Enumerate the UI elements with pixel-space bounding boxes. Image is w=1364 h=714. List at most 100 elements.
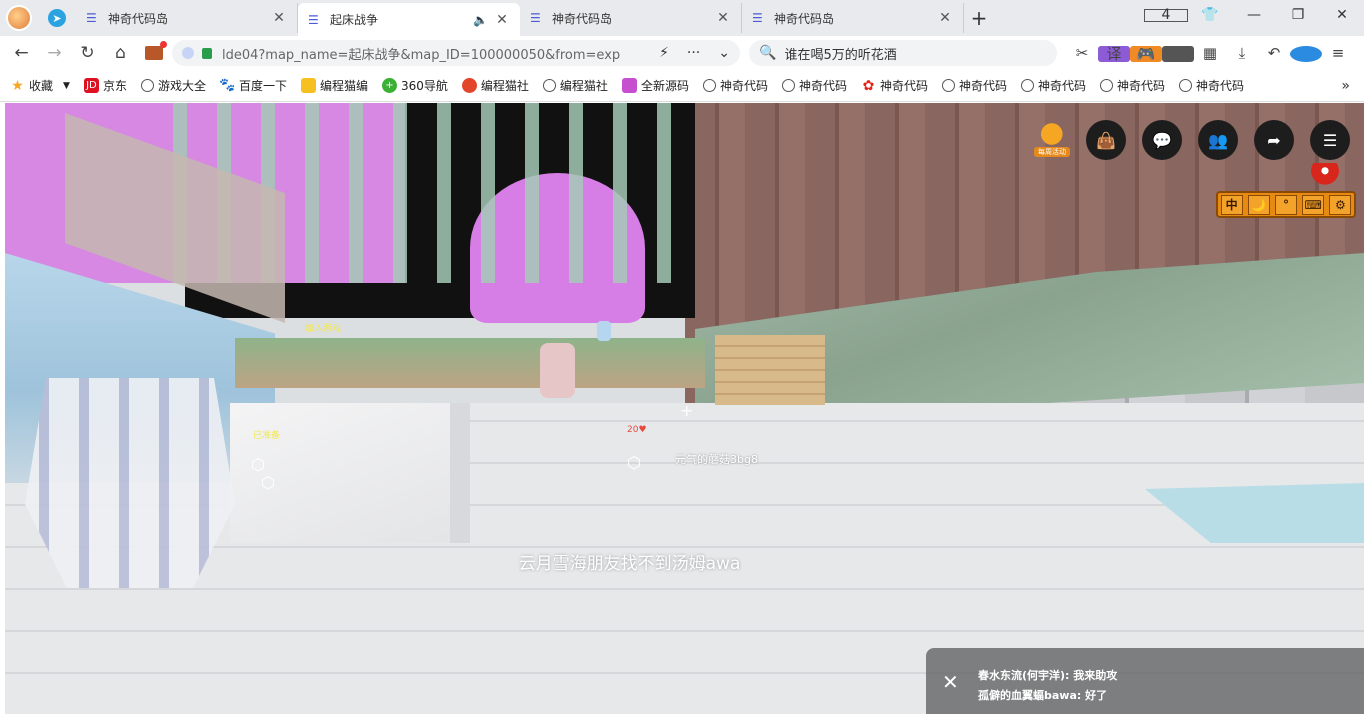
- tab-title: 神奇代码岛: [774, 11, 835, 26]
- tab-3[interactable]: ☰ 神奇代码岛 ✕: [520, 3, 742, 33]
- briefcase-icon[interactable]: [145, 41, 167, 60]
- bookmark-label: 神奇代码: [959, 79, 1008, 93]
- bookmark-item[interactable]: 编程猫社: [461, 77, 529, 94]
- globe-icon: [1021, 79, 1035, 92]
- bookmark-item[interactable]: JD 京东: [83, 77, 127, 94]
- bookmark-item[interactable]: 神奇代码: [942, 77, 1007, 94]
- address-bar[interactable]: lde04?map_name=起床战争&map_ID=100000050&fro…: [172, 40, 740, 66]
- bookmark-label: 神奇代码: [1117, 79, 1166, 93]
- browser-logo-icon[interactable]: [1290, 44, 1322, 62]
- bookmark-item[interactable]: 编程猫编: [300, 77, 368, 94]
- bookmark-favorites[interactable]: ★ 收藏 ▼: [10, 77, 70, 94]
- friends-button[interactable]: 👥: [1198, 120, 1238, 160]
- scene-wood-steps: [715, 335, 825, 405]
- mushroom-icon[interactable]: [1311, 163, 1339, 189]
- bookmark-label: 百度一下: [238, 79, 287, 93]
- close-icon[interactable]: ✕: [942, 670, 959, 694]
- bookmark-label: 编程猫社: [559, 79, 608, 93]
- navigation-bar: ← → ↻ ⌂ lde04?map_name=起床战争&map_ID=10000…: [0, 36, 1364, 70]
- codeisland-icon: ☰: [308, 12, 319, 27]
- scissors-icon[interactable]: ✂: [1066, 44, 1098, 62]
- search-input[interactable]: 谁在喝5万的听花酒: [784, 44, 896, 63]
- source-icon: [621, 78, 637, 93]
- telegram-pinned-tab[interactable]: ➤: [38, 0, 76, 36]
- shirt-icon[interactable]: 👕: [1188, 7, 1232, 23]
- language-button[interactable]: 中: [1220, 194, 1243, 215]
- tab-count-button[interactable]: 4: [1144, 7, 1188, 23]
- bookmark-item[interactable]: 游戏大全: [140, 77, 206, 94]
- bookmark-item[interactable]: 编程猫社: [542, 77, 608, 94]
- undo-icon[interactable]: ↶: [1258, 44, 1290, 62]
- codemao-community-icon: [461, 78, 477, 93]
- forward-button[interactable]: →: [38, 43, 71, 63]
- globe-icon: [702, 79, 716, 92]
- menu-icon[interactable]: ≡: [1322, 44, 1354, 62]
- moon-button[interactable]: 🌙: [1247, 194, 1270, 215]
- reload-button[interactable]: ↻: [71, 43, 104, 63]
- keyboard-button[interactable]: ⌨: [1302, 194, 1325, 215]
- bookmarks-overflow-button[interactable]: »: [1341, 78, 1350, 94]
- settings-button[interactable]: ⚙: [1329, 194, 1352, 215]
- globe-icon: [942, 79, 955, 92]
- more-icon[interactable]: ···: [687, 45, 700, 61]
- bookmark-item[interactable]: 神奇代码: [1100, 77, 1165, 94]
- url-text[interactable]: lde04?map_name=起床战争&map_ID=100000050&fro…: [222, 44, 647, 63]
- chat-button[interactable]: 💬: [1142, 120, 1182, 160]
- chat-panel: ✕ 春水东流(何宇洋): 我来助攻 孤僻的血翼蝠bawa: 好了: [926, 648, 1364, 714]
- codeisland-icon: ☰: [86, 11, 97, 25]
- weekly-event-button[interactable]: 每周活动: [1032, 121, 1072, 159]
- close-window-button[interactable]: ✕: [1320, 7, 1364, 23]
- bookmark-item[interactable]: 全新源码: [621, 77, 689, 94]
- back-button[interactable]: ←: [5, 43, 38, 63]
- bookmark-label: 神奇代码: [719, 79, 768, 93]
- bookmark-label: 神奇代码: [1038, 79, 1087, 93]
- shop-bag-button[interactable]: 👜: [1086, 120, 1126, 160]
- speaker-icon[interactable]: 🔈: [473, 13, 488, 27]
- new-tab-button[interactable]: +: [964, 3, 994, 33]
- bookmark-item[interactable]: +360导航: [382, 77, 448, 94]
- bookmark-label: 编程猫编: [319, 79, 368, 93]
- game-toolbar: 中 🌙 ° ⌨ ⚙: [1216, 191, 1356, 218]
- share-button[interactable]: ➦: [1254, 120, 1294, 160]
- close-icon[interactable]: ✕: [494, 12, 510, 28]
- translate-icon[interactable]: 译: [1098, 44, 1130, 62]
- bookmark-item[interactable]: 神奇代码: [781, 77, 847, 94]
- minimize-button[interactable]: —: [1232, 7, 1276, 23]
- bookmark-item[interactable]: 神奇代码: [1021, 77, 1086, 94]
- home-button[interactable]: ⌂: [104, 43, 137, 63]
- wallet-icon[interactable]: [1162, 44, 1194, 62]
- profile-avatar[interactable]: [0, 0, 38, 36]
- hexagon-icon: ⬡: [261, 473, 275, 492]
- bookmarks-bar: ★ 收藏 ▼ JD 京东 游戏大全 🐾 百度一下 编程猫编 +360导航 编程猫社 编程…: [0, 70, 1364, 102]
- gamepad-icon[interactable]: 🎮: [1130, 44, 1162, 62]
- download-icon[interactable]: ⤓: [1226, 44, 1258, 62]
- lightning-icon[interactable]: ⚡: [659, 45, 669, 61]
- bookmark-item[interactable]: 神奇代码: [702, 77, 768, 94]
- bookmark-item[interactable]: 神奇代码: [1179, 77, 1244, 94]
- dot-button[interactable]: °: [1274, 194, 1297, 215]
- restore-button[interactable]: ❐: [1276, 7, 1320, 23]
- bookmark-item[interactable]: ✿ 神奇代码: [861, 77, 928, 94]
- globe-icon: [1100, 79, 1114, 92]
- search-box[interactable]: 🔍 谁在喝5万的听花酒: [749, 40, 1057, 66]
- close-icon[interactable]: ✕: [271, 10, 287, 26]
- bookmark-label: 编程猫社: [480, 79, 529, 93]
- tab-1[interactable]: ☰ 神奇代码岛 ✕: [76, 3, 298, 33]
- baidu-icon: 🐾: [219, 78, 236, 93]
- bookmark-label: 游戏大全: [157, 79, 206, 93]
- chat-message: 春水东流(何宇洋): 我来助攻: [978, 669, 1118, 682]
- avatar: [6, 5, 32, 31]
- bookmark-label: 京东: [102, 79, 127, 93]
- chevron-down-icon[interactable]: ⌄: [718, 45, 730, 61]
- bookmark-item[interactable]: 🐾 百度一下: [219, 77, 287, 94]
- game-viewport[interactable]: 加入游戏 已准备 20♥ 元气的蘑菇3bg8 ⬡ ⬡ ⬡ + 云月雪海朋友找不到…: [5, 103, 1364, 714]
- close-icon[interactable]: ✕: [715, 10, 731, 26]
- caret-down-icon[interactable]: ▼: [63, 81, 70, 91]
- close-icon[interactable]: ✕: [937, 10, 953, 26]
- lock-icon: [202, 47, 212, 59]
- site-info-icon[interactable]: [182, 47, 194, 59]
- tab-4[interactable]: ☰ 神奇代码岛 ✕: [742, 3, 964, 33]
- menu-button[interactable]: ☰: [1310, 120, 1350, 160]
- apps-grid-icon[interactable]: ▦: [1194, 44, 1226, 62]
- tab-2[interactable]: ☰ 起床战争 🔈 ✕: [298, 3, 520, 36]
